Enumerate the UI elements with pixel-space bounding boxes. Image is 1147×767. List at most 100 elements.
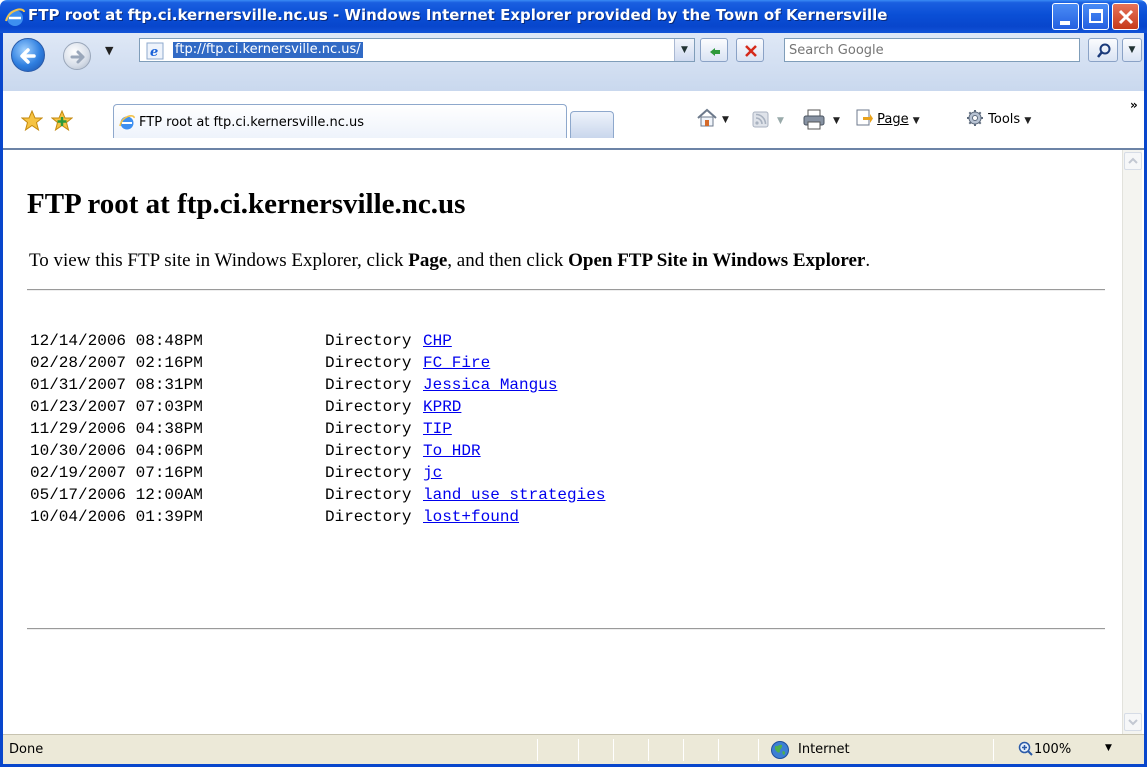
entry-date: 01/23/2007 07:03PM [30, 398, 203, 416]
entry-type: Directory [325, 420, 412, 438]
new-tab-button[interactable] [570, 111, 614, 138]
svg-text:▼: ▼ [833, 116, 840, 126]
recent-pages-dropdown[interactable]: ▼ [105, 44, 113, 57]
feeds-button[interactable]: ▼ [752, 111, 788, 133]
directory-link[interactable]: Jessica Mangus [423, 374, 557, 396]
window-title: FTP root at ftp.ci.kernersville.nc.us - … [28, 6, 888, 24]
entry-type: Directory [325, 442, 412, 460]
scroll-down-button[interactable] [1124, 713, 1142, 731]
directory-link[interactable]: jc [423, 462, 442, 484]
divider [27, 628, 1105, 630]
maximize-icon [1089, 9, 1103, 23]
stop-icon [745, 45, 757, 57]
page-menu-label: Page [877, 112, 909, 127]
status-divider [578, 739, 579, 761]
search-input[interactable] [789, 41, 1069, 59]
ie-page-icon [118, 113, 136, 135]
scroll-up-button[interactable] [1124, 152, 1142, 170]
status-divider [993, 739, 994, 761]
search-options-dropdown[interactable]: ▼ [1122, 38, 1142, 62]
chevron-down-icon: ▼ [912, 116, 920, 126]
refresh-button[interactable] [700, 38, 728, 62]
status-divider [683, 739, 684, 761]
entry-date: 12/14/2006 08:48PM [30, 332, 203, 350]
maximize-button[interactable] [1082, 3, 1109, 30]
address-bar[interactable]: e ftp://ftp.ci.kernersville.nc.us/ ▼ [139, 38, 695, 62]
chevron-down-icon: ▼ [1024, 116, 1032, 126]
entry-date: 11/29/2006 04:38PM [30, 420, 203, 438]
entry-date: 02/28/2007 02:16PM [30, 354, 203, 372]
directory-link[interactable]: TIP [423, 418, 452, 440]
favorites-star-icon [20, 109, 44, 132]
tools-menu-button[interactable]: Tools ▼ [966, 109, 1031, 127]
entry-type: Directory [325, 508, 412, 526]
directory-link[interactable]: To HDR [423, 440, 481, 462]
internet-globe-icon [770, 740, 790, 764]
minimize-icon [1060, 21, 1070, 25]
add-to-favorites-button[interactable] [50, 109, 74, 136]
zoom-icon[interactable] [1018, 741, 1034, 761]
status-divider [648, 739, 649, 761]
tab-ftp-root[interactable]: FTP root at ftp.ci.kernersville.nc.us [113, 104, 567, 138]
search-button[interactable] [1088, 38, 1118, 62]
zoom-dropdown[interactable]: ▼ [1105, 743, 1112, 753]
minimize-button[interactable] [1052, 3, 1079, 30]
refresh-icon [710, 48, 720, 56]
status-text: Done [9, 742, 44, 757]
directory-link[interactable]: KPRD [423, 396, 461, 418]
entry-type: Directory [325, 486, 412, 504]
entry-type: Directory [325, 464, 412, 482]
directory-link[interactable]: CHP [423, 330, 452, 352]
svg-text:▼: ▼ [722, 115, 729, 125]
intro-text: To view this FTP site in Windows Explore… [29, 250, 870, 272]
tab-label: FTP root at ftp.ci.kernersville.nc.us [139, 115, 364, 130]
directory-link[interactable]: FC_Fire [423, 352, 490, 374]
ie-logo-icon [4, 6, 26, 28]
page-heading: FTP root at ftp.ci.kernersville.nc.us [27, 188, 466, 220]
intro-open-ftp-phrase: Open FTP Site in Windows Explorer [568, 250, 866, 271]
zoom-level[interactable]: 100% [1034, 742, 1071, 757]
divider [27, 289, 1105, 291]
printer-icon: ▼ [803, 109, 840, 130]
home-icon: ▼ [697, 108, 729, 127]
title-bar[interactable]: FTP root at ftp.ci.kernersville.nc.us - … [0, 0, 1147, 33]
entry-type: Directory [325, 398, 412, 416]
entry-date: 05/17/2006 12:00AM [30, 486, 203, 504]
status-divider [758, 739, 759, 761]
entry-type: Directory [325, 354, 412, 372]
address-dropdown[interactable]: ▼ [674, 39, 694, 61]
stop-button[interactable] [736, 38, 764, 62]
more-commands-chevron[interactable]: » [1130, 98, 1138, 112]
tools-menu-label: Tools [988, 112, 1021, 127]
intro-prefix: To view this FTP site in Windows Explore… [29, 250, 409, 271]
address-url[interactable]: ftp://ftp.ci.kernersville.nc.us/ [173, 42, 363, 58]
intro-middle: , and then click [447, 250, 569, 271]
ftp-listing-page: FTP root at ftp.ci.kernersville.nc.us To… [27, 188, 1112, 630]
favorites-center-button[interactable] [20, 109, 44, 136]
svg-text:▼: ▼ [777, 116, 784, 126]
status-divider [613, 739, 614, 761]
intro-page-word: Page [408, 250, 448, 271]
vertical-scrollbar[interactable] [1122, 150, 1142, 734]
page-menu-button[interactable]: Page ▼ [855, 109, 920, 127]
close-button[interactable] [1112, 3, 1139, 30]
page-icon [856, 109, 873, 126]
ie-page-icon: e [146, 42, 164, 60]
directory-link[interactable]: lost+found [423, 506, 519, 528]
intro-suffix: . [865, 250, 871, 271]
entry-date: 01/31/2007 08:31PM [30, 376, 203, 394]
search-icon [1097, 43, 1111, 58]
chevron-down-icon [1128, 719, 1138, 726]
directory-link[interactable]: land use strategies [423, 484, 605, 506]
chevron-up-icon [1128, 157, 1138, 164]
status-divider [718, 739, 719, 761]
entry-date: 10/30/2006 04:06PM [30, 442, 203, 460]
tab-bar: FTP root at ftp.ci.kernersville.nc.us ▼ … [3, 66, 1144, 148]
status-bar: Done Internet 100% ▼ [3, 734, 1144, 764]
search-box[interactable] [784, 38, 1080, 62]
rss-feed-icon: ▼ [752, 111, 784, 128]
print-button[interactable]: ▼ [803, 109, 847, 135]
content-frame: FTP root at ftp.ci.kernersville.nc.us To… [3, 148, 1144, 734]
add-favorite-icon [50, 109, 74, 132]
home-button[interactable]: ▼ [695, 107, 731, 133]
